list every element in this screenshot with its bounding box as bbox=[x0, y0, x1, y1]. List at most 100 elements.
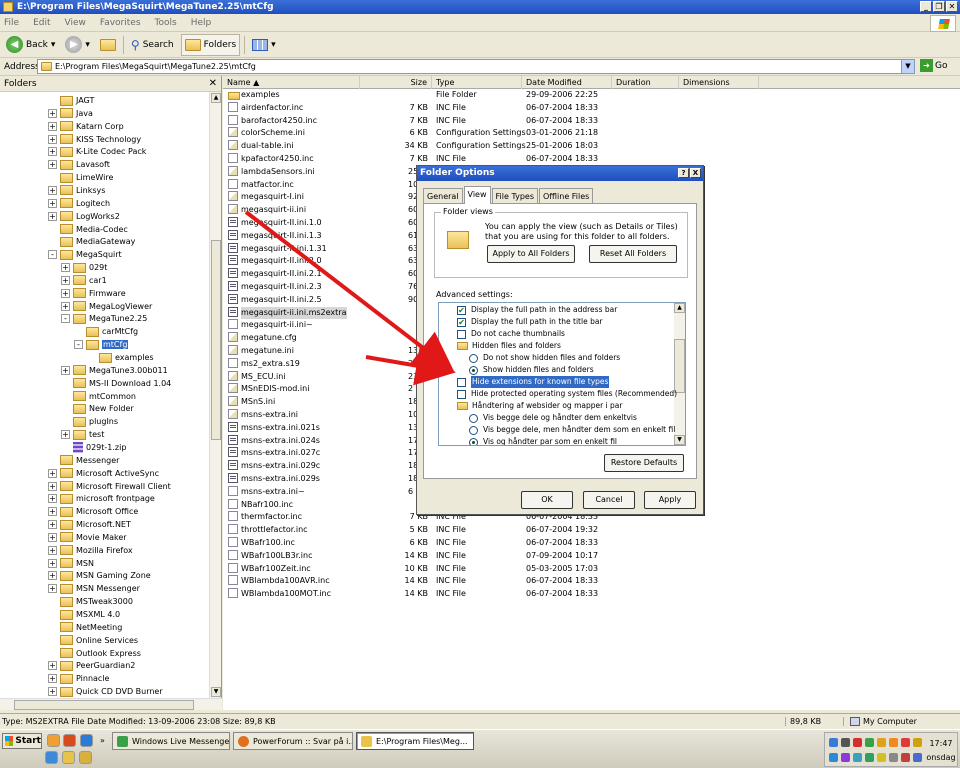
tab-file-types[interactable]: File Types bbox=[491, 188, 538, 204]
tree-item[interactable]: MediaGateway bbox=[48, 235, 135, 248]
internet-explorer-icon[interactable] bbox=[80, 734, 93, 747]
tree-item[interactable]: MS-II Download 1.04 bbox=[61, 377, 171, 390]
tray-icon[interactable] bbox=[865, 753, 874, 762]
file-row[interactable]: WBafr100LB3r.inc 14 KB INC File 07-09-2004 … bbox=[223, 549, 960, 563]
radio-button[interactable] bbox=[469, 413, 478, 423]
file-row[interactable]: WBlambda100AVR.inc 14 KB INC File 06-07-200… bbox=[223, 575, 960, 588]
file-row[interactable]: WBlambda100MOT.inc 14 KB INC File 06-07-200… bbox=[223, 588, 960, 601]
expand-icon[interactable]: + bbox=[48, 532, 57, 542]
tree-item[interactable]: 029t-1.zip bbox=[61, 441, 126, 454]
maximize-button[interactable]: ❐ bbox=[933, 1, 945, 12]
tree-item[interactable]: Online Services bbox=[48, 634, 138, 647]
tree-item[interactable]: - MegaSquirt bbox=[48, 248, 122, 261]
tree-item[interactable]: + Movie Maker bbox=[48, 531, 127, 544]
expand-icon[interactable]: + bbox=[48, 507, 57, 517]
expand-icon[interactable]: + bbox=[48, 108, 57, 118]
file-row[interactable]: kpafactor4250.inc 7 KB INC File 06-07-2004 … bbox=[223, 153, 960, 166]
column-date[interactable]: Date Modified bbox=[522, 76, 612, 89]
media-player-icon[interactable] bbox=[63, 734, 76, 747]
checkbox[interactable]: ✔ bbox=[457, 305, 466, 315]
address-input[interactable]: E:\Program Files\MegaSquirt\MegaTune2.25… bbox=[37, 59, 915, 74]
tree-item[interactable]: LimeWire bbox=[48, 171, 113, 184]
expand-icon[interactable]: + bbox=[48, 545, 57, 555]
file-row[interactable]: airdenfactor.inc 7 KB INC File 06-07-2004 1… bbox=[223, 101, 960, 115]
tree-item[interactable]: + Linksys bbox=[48, 184, 105, 197]
task-messenger[interactable]: Windows Live Messenger bbox=[112, 732, 230, 750]
chevron-down-icon[interactable]: ▾ bbox=[271, 40, 276, 50]
explorer-icon[interactable] bbox=[62, 751, 75, 764]
chevron-down-icon[interactable]: ▾ bbox=[85, 40, 90, 50]
collapse-icon[interactable]: - bbox=[48, 250, 57, 260]
folders-button[interactable]: Folders bbox=[180, 33, 241, 56]
advanced-setting[interactable]: Hide protected operating system files (R… bbox=[457, 388, 677, 400]
address-dropdown-icon[interactable]: ▼ bbox=[901, 60, 914, 73]
collapse-icon[interactable]: - bbox=[61, 314, 70, 324]
expand-icon[interactable]: + bbox=[61, 288, 70, 298]
title-bar[interactable]: E:\Program Files\MegaSquirt\MegaTune2.25… bbox=[0, 0, 960, 14]
tree-item[interactable]: + microsoft frontpage bbox=[48, 492, 155, 505]
close-button[interactable]: ✕ bbox=[946, 1, 958, 12]
menu-help[interactable]: Help bbox=[191, 18, 212, 28]
column-dimensions[interactable]: Dimensions bbox=[679, 76, 759, 89]
task-explorer[interactable]: E:\Program Files\Meg... bbox=[356, 732, 474, 750]
expand-icon[interactable]: + bbox=[48, 674, 57, 684]
expand-icon[interactable]: + bbox=[48, 687, 57, 697]
menu-file[interactable]: File bbox=[4, 18, 19, 28]
tree-item[interactable]: + PeerGuardian2 bbox=[48, 659, 135, 672]
expand-icon[interactable]: + bbox=[48, 211, 57, 221]
tray-icon[interactable] bbox=[853, 738, 862, 747]
file-row[interactable]: throttlefactor.inc 5 KB INC File 06-07-2004… bbox=[223, 524, 960, 537]
go-button[interactable]: ➜ Go bbox=[920, 59, 947, 72]
scroll-thumb[interactable] bbox=[674, 339, 685, 393]
advanced-setting[interactable]: Do not cache thumbnails bbox=[457, 328, 565, 340]
expand-icon[interactable]: + bbox=[48, 185, 57, 195]
tree-item[interactable]: + MegaLogViewer bbox=[61, 300, 152, 313]
advanced-setting[interactable]: ✔ Display the full path in the address ba… bbox=[457, 304, 617, 316]
tab-view[interactable]: View bbox=[463, 186, 491, 204]
checkbox[interactable] bbox=[457, 377, 466, 387]
tree-item[interactable]: + MSN bbox=[48, 557, 94, 570]
chevron-down-icon[interactable]: ▾ bbox=[51, 40, 56, 50]
back-button[interactable]: ◀ Back ▾ bbox=[3, 34, 58, 56]
close-button[interactable]: X bbox=[690, 168, 701, 178]
collapse-icon[interactable]: - bbox=[74, 340, 83, 350]
tree-item[interactable]: + Firmware bbox=[61, 287, 126, 300]
advanced-setting[interactable]: Vis begge dele og håndter dem enkeltvis bbox=[469, 412, 637, 424]
tray-icon[interactable] bbox=[829, 753, 838, 762]
tree-item[interactable]: JAGT bbox=[48, 94, 94, 107]
expand-icon[interactable]: + bbox=[48, 584, 57, 594]
expand-icon[interactable]: + bbox=[61, 430, 70, 440]
tree-item[interactable]: NetMeeting bbox=[48, 621, 122, 634]
restore-defaults-button[interactable]: Restore Defaults bbox=[604, 454, 684, 472]
tree-item[interactable]: carMtCfg bbox=[74, 325, 138, 338]
tree-item[interactable]: + Katarn Corp bbox=[48, 120, 124, 133]
column-name[interactable]: Name ▲ bbox=[223, 76, 360, 89]
start-button[interactable]: Start bbox=[2, 733, 42, 749]
advanced-setting[interactable]: Hide extensions for known file types bbox=[457, 376, 610, 388]
file-row[interactable]: WBafr100Zeit.inc 10 KB INC File 05-03-2005 … bbox=[223, 562, 960, 576]
tree-item[interactable]: + KISS Technology bbox=[48, 133, 141, 146]
expand-icon[interactable]: + bbox=[48, 494, 57, 504]
tree-item[interactable]: - MegaTune2.25 bbox=[61, 312, 147, 325]
expand-icon[interactable]: + bbox=[48, 661, 57, 671]
expand-icon[interactable]: + bbox=[48, 468, 57, 478]
tree-item[interactable]: + LogWorks2 bbox=[48, 210, 120, 223]
radio-button[interactable] bbox=[469, 437, 478, 445]
tree-item[interactable]: + Logitech bbox=[48, 197, 110, 210]
scroll-thumb[interactable] bbox=[14, 700, 194, 710]
tree-item[interactable]: + test bbox=[61, 428, 104, 441]
tree-item[interactable]: + Java bbox=[48, 107, 93, 120]
tree-item[interactable]: + car1 bbox=[61, 274, 107, 287]
tree-item[interactable]: + Mozilla Firefox bbox=[48, 544, 133, 557]
help-button[interactable]: ? bbox=[678, 168, 689, 178]
radio-button[interactable] bbox=[469, 425, 478, 435]
advanced-setting[interactable]: ✔ Display the full path in the title bar bbox=[457, 316, 603, 328]
tray-icon[interactable] bbox=[877, 738, 886, 747]
ok-button[interactable]: OK bbox=[521, 491, 573, 509]
column-type[interactable]: Type bbox=[432, 76, 522, 89]
tree-item[interactable]: Outlook Express bbox=[48, 647, 141, 660]
tree-item[interactable]: + MSN Gaming Zone bbox=[48, 569, 151, 582]
scroll-up-icon[interactable]: ▲ bbox=[211, 93, 221, 103]
advanced-setting[interactable]: Vis begge dele, men håndter dem som en e… bbox=[469, 424, 675, 436]
scroll-down-icon[interactable]: ▼ bbox=[674, 435, 685, 445]
